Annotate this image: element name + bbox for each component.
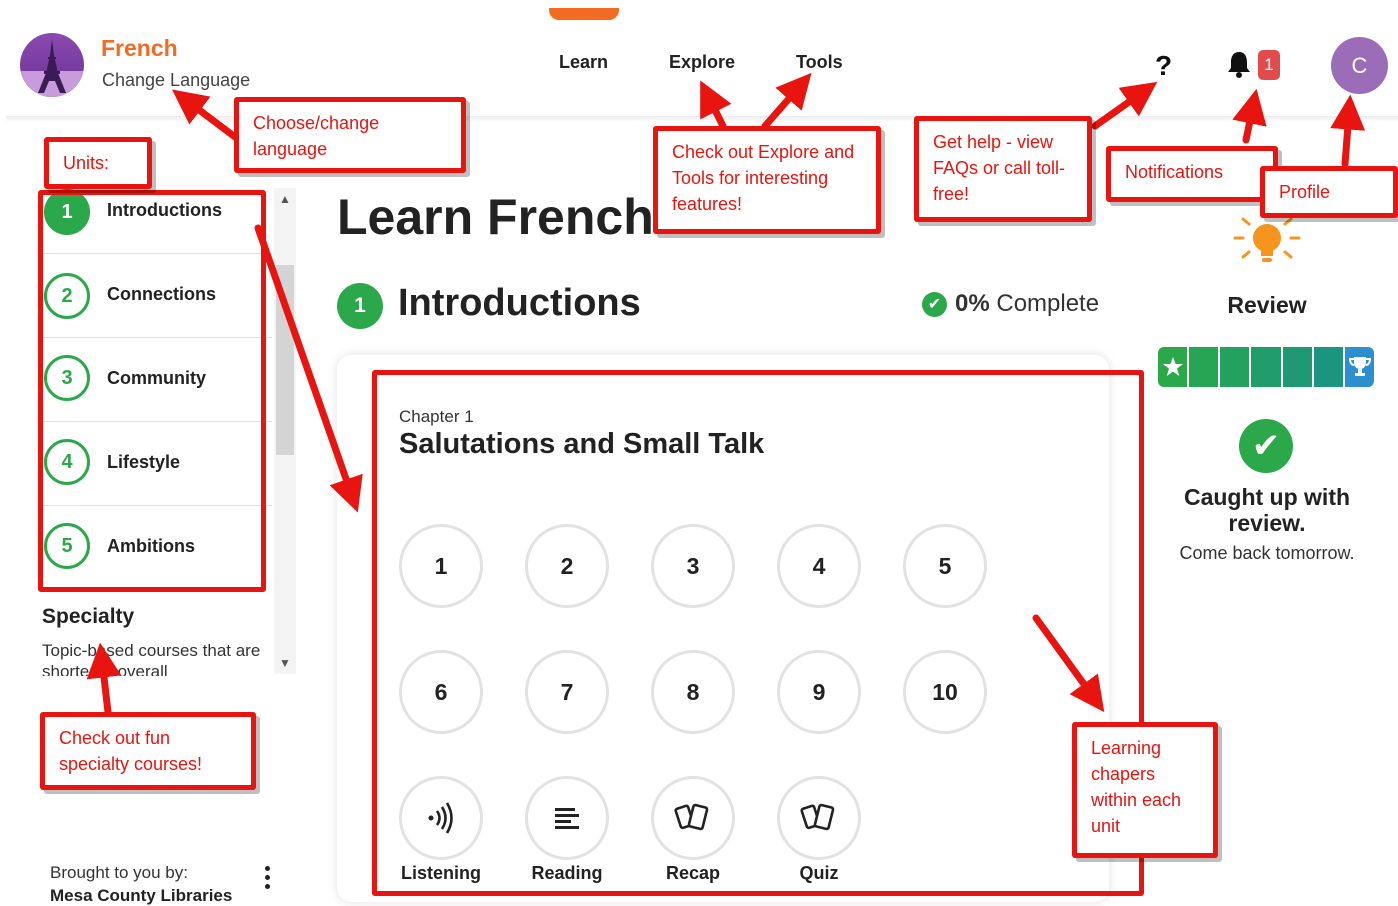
- check-icon: ✔: [922, 292, 947, 317]
- annotation-chapters: Learning chapers within each unit: [1072, 722, 1218, 858]
- scroll-down-icon[interactable]: ▼: [274, 652, 296, 674]
- review-segment: [1158, 347, 1190, 387]
- review-segment: [1189, 347, 1221, 387]
- annotation-specialty: Check out fun specialty courses!: [40, 712, 256, 790]
- scroll-up-icon[interactable]: ▲: [274, 188, 296, 210]
- sponsor-label: Brought to you by:: [50, 863, 188, 882]
- star-icon: [1163, 357, 1183, 376]
- help-icon[interactable]: ?: [1155, 50, 1172, 82]
- top-bar-divider: [6, 116, 1398, 122]
- review-segment: [1344, 347, 1374, 387]
- sidebar-scrollbar-thumb[interactable]: [276, 265, 294, 455]
- unit-number-badge: 1: [337, 283, 383, 329]
- review-segment: [1251, 347, 1283, 387]
- review-segment: [1282, 347, 1314, 387]
- specialty-heading[interactable]: Specialty: [42, 605, 134, 629]
- change-language-link[interactable]: Change Language: [102, 70, 250, 91]
- unit-title: Introductions: [398, 282, 641, 324]
- review-segment: [1313, 347, 1345, 387]
- annotation-profile: Profile: [1260, 166, 1398, 218]
- annotation-choose-language: Choose/change language: [234, 97, 466, 173]
- more-options-icon[interactable]: [262, 866, 272, 896]
- specialty-description: Topic-based courses that are shorter in …: [42, 641, 261, 676]
- chapter-highlight-box: [372, 370, 1144, 896]
- caught-up-subtitle: Come back tomorrow.: [1179, 543, 1355, 563]
- annotation-units: Units:: [44, 137, 152, 189]
- review-progress-bar[interactable]: [1158, 347, 1374, 387]
- nav-tools[interactable]: Tools: [796, 52, 843, 73]
- page-title: Learn French: [337, 189, 654, 245]
- profile-avatar[interactable]: C: [1331, 37, 1388, 94]
- progress-status: ✔ 0% Complete: [922, 290, 1099, 318]
- review-title[interactable]: Review: [1160, 292, 1374, 319]
- active-nav-indicator: [549, 8, 619, 20]
- current-language[interactable]: French: [101, 35, 178, 62]
- progress-percent: 0%: [955, 290, 990, 317]
- eiffel-tower-logo-icon[interactable]: [20, 33, 84, 97]
- nav-explore[interactable]: Explore: [669, 52, 735, 73]
- annotation-notifications: Notifications: [1106, 146, 1278, 202]
- review-segment: [1220, 347, 1252, 387]
- bell-icon[interactable]: [1226, 50, 1252, 78]
- annotation-help: Get help - view FAQs or call toll-free!: [914, 116, 1092, 222]
- check-icon: ✔: [1239, 419, 1293, 473]
- progress-label: Complete: [996, 290, 1100, 317]
- caught-up-title: Caught up with review.: [1183, 484, 1351, 536]
- trophy-icon: [1348, 357, 1371, 376]
- sponsor-name: Mesa County Libraries: [50, 886, 233, 905]
- notification-badge[interactable]: 1: [1258, 50, 1280, 80]
- annotation-explore-tools: Check out Explore and Tools for interest…: [653, 126, 881, 234]
- nav-learn[interactable]: Learn: [559, 52, 608, 73]
- units-highlight-box: [38, 190, 266, 592]
